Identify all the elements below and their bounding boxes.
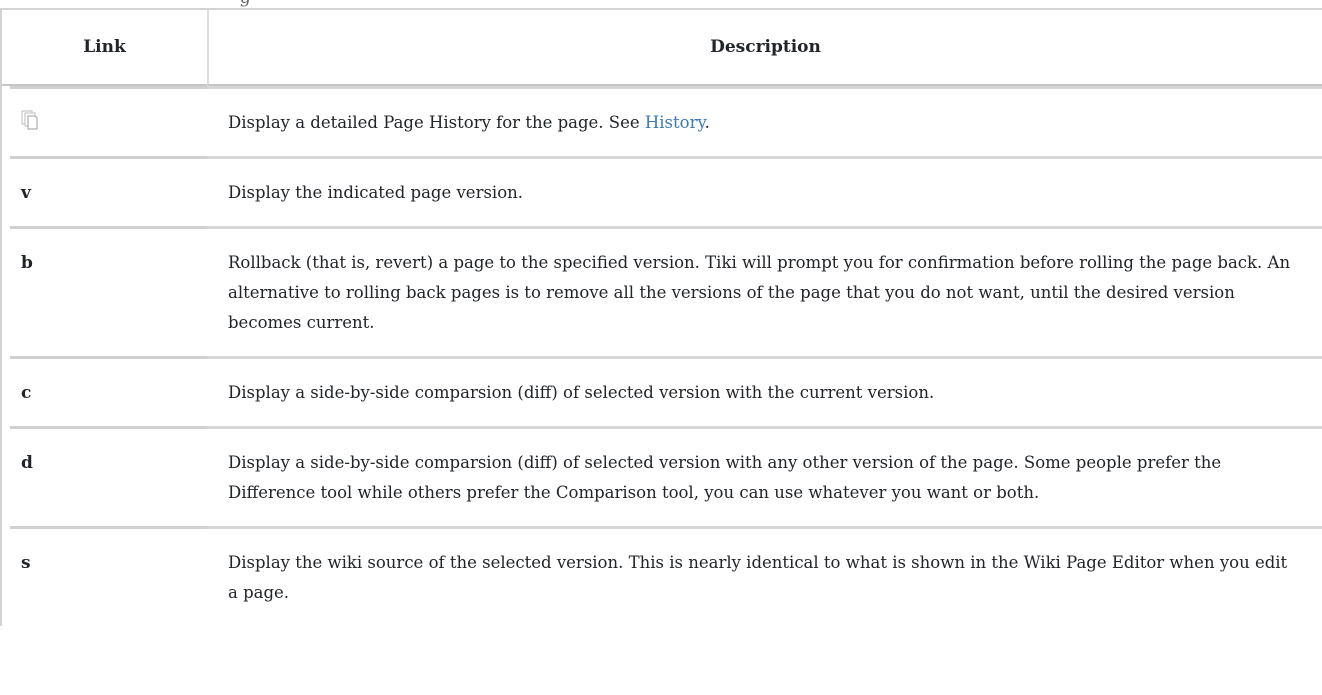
table-row: s Display the wiki source of the selecte… [2,529,1322,626]
pages-history-icon[interactable] [21,110,39,130]
header-description: Description [207,10,1322,86]
table-row: d Display a side-by-side comparsion (dif… [2,429,1322,526]
table-row: b Rollback (that is, revert) a page to t… [2,229,1322,356]
header-link: Link [2,10,207,86]
description-text-end: . [704,113,710,132]
link-cell: s [21,553,31,573]
link-cell: d [21,453,33,473]
history-link[interactable]: History [645,113,705,132]
table-header-row: Link Description [2,10,1322,86]
description-cell: Display a side-by-side comparsion (diff)… [228,453,1222,502]
description-cell: Display the wiki source of the selected … [228,553,1288,602]
description-cell: Display the indicated page version. [228,183,524,202]
history-links-table: Link Description Display a detailed Page… [0,8,1322,626]
link-cell: v [21,183,31,203]
description-text: Display a detailed Page History for the … [228,113,645,132]
link-cell [2,89,207,156]
description-cell: Display a detailed Page History for the … [207,89,1322,156]
link-cell: c [21,383,32,403]
description-cell: Display a side-by-side comparsion (diff)… [228,383,935,402]
table-row: c Display a side-by-side comparsion (dif… [2,359,1322,426]
description-cell: Rollback (that is, revert) a page to the… [228,253,1291,332]
content-area: Link Description Display a detailed Page… [0,0,1322,695]
link-cell: b [21,253,33,273]
table-row: v Display the indicated page version. [2,159,1322,226]
table-row: Display a detailed Page History for the … [2,89,1322,156]
